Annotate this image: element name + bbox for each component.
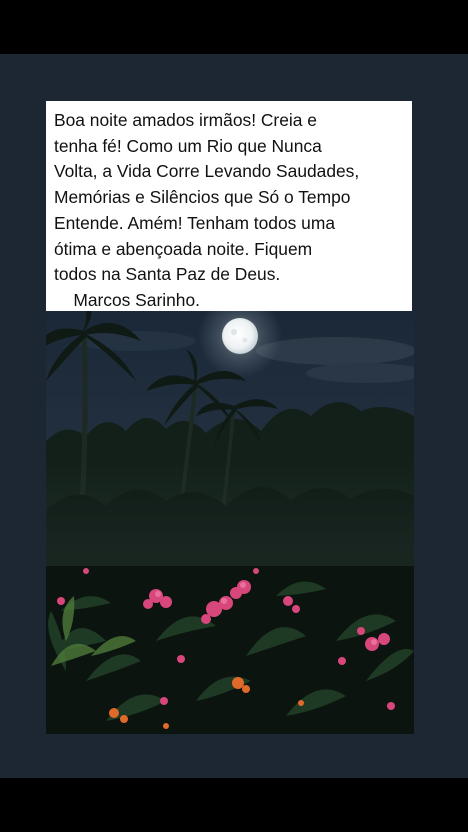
photo-illustration xyxy=(46,311,414,734)
message-card: Boa noite amados irmãos! Creia e tenha f… xyxy=(46,101,412,311)
bottom-black-bar xyxy=(0,778,468,832)
top-black-bar xyxy=(0,0,468,54)
night-garden-photo xyxy=(46,311,414,734)
mist xyxy=(46,461,414,581)
message-text: Boa noite amados irmãos! Creia e tenha f… xyxy=(54,110,360,310)
